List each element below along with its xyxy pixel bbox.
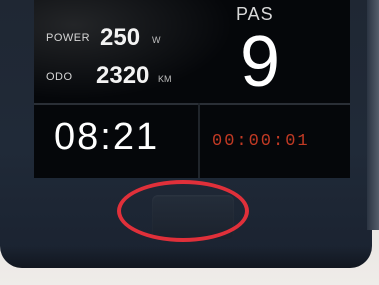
odo-unit: KM bbox=[158, 74, 172, 84]
pas-value: 9 bbox=[240, 22, 281, 102]
power-label: POWER bbox=[46, 32, 91, 44]
device-bezel: POWER 250 W ODO 2320 KM PAS 9 08:21 00:0… bbox=[0, 0, 372, 268]
divider-horizontal bbox=[34, 103, 350, 105]
odo-value: 2320 bbox=[96, 62, 150, 89]
power-unit: W bbox=[152, 35, 161, 45]
trip-timer: 00:00:01 bbox=[212, 132, 310, 151]
clock-display: 08:21 bbox=[54, 116, 160, 158]
highlight-circle bbox=[117, 180, 249, 242]
power-value: 250 bbox=[100, 24, 141, 51]
display-screen: POWER 250 W ODO 2320 KM PAS 9 08:21 00:0… bbox=[34, 0, 350, 178]
divider-vertical bbox=[198, 103, 200, 178]
device-edge bbox=[367, 0, 379, 230]
photo: POWER 250 W ODO 2320 KM PAS 9 08:21 00:0… bbox=[0, 0, 379, 285]
odo-label: ODO bbox=[46, 71, 73, 83]
